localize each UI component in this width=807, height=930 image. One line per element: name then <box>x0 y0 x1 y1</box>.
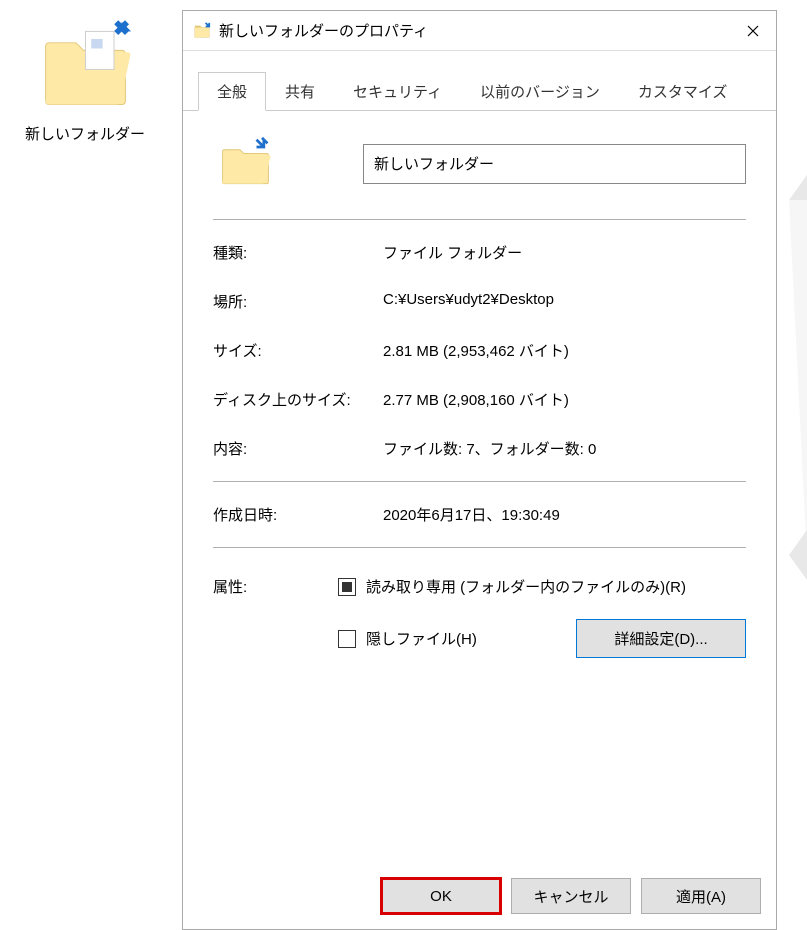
type-label: 種類: <box>213 242 383 263</box>
close-icon <box>747 25 759 37</box>
type-value: ファイル フォルダー <box>383 242 746 263</box>
tab-previous-versions[interactable]: 以前のバージョン <box>461 72 619 111</box>
contents-label: 内容: <box>213 438 383 459</box>
properties-dialog: 新しいフォルダーのプロパティ 全般 共有 セキュリティ 以前のバージョン カスタ… <box>182 10 777 930</box>
readonly-checkbox-row: 読み取り専用 (フォルダー内のファイルのみ)(R) <box>338 576 746 597</box>
attributes-section: 属性: 読み取り専用 (フォルダー内のファイルのみ)(R) 隠しファイル(H) … <box>213 556 746 658</box>
apply-button[interactable]: 適用(A) <box>641 878 761 914</box>
name-row <box>213 126 746 211</box>
close-button[interactable] <box>730 11 776 51</box>
hidden-checkbox[interactable] <box>338 630 356 648</box>
tab-general[interactable]: 全般 <box>198 72 266 111</box>
titlebar[interactable]: 新しいフォルダーのプロパティ <box>183 11 776 51</box>
location-label: 場所: <box>213 291 383 312</box>
folder-icon <box>218 136 273 191</box>
location-value: C:¥Users¥udyt2¥Desktop <box>383 291 746 312</box>
property-type: 種類: ファイル フォルダー <box>213 228 746 277</box>
disk-size-label: ディスク上のサイズ: <box>213 389 383 410</box>
ok-button[interactable]: OK <box>381 878 501 914</box>
size-label: サイズ: <box>213 340 383 361</box>
property-disk-size: ディスク上のサイズ: 2.77 MB (2,908,160 バイト) <box>213 375 746 424</box>
folder-name-input[interactable] <box>363 144 746 184</box>
folder-icon <box>193 22 211 40</box>
property-size: サイズ: 2.81 MB (2,953,462 バイト) <box>213 326 746 375</box>
created-value: 2020年6月17日、19:30:49 <box>383 504 746 525</box>
tab-sharing[interactable]: 共有 <box>266 72 334 111</box>
decorative-edge <box>789 0 807 928</box>
advanced-button[interactable]: 詳細設定(D)... <box>576 619 746 658</box>
attributes-label: 属性: <box>213 576 338 658</box>
disk-size-value: 2.77 MB (2,908,160 バイト) <box>383 389 746 410</box>
contents-value: ファイル数: 7、フォルダー数: 0 <box>383 438 746 459</box>
dialog-buttons: OK キャンセル 適用(A) <box>381 878 761 914</box>
dialog-title: 新しいフォルダーのプロパティ <box>219 20 730 41</box>
desktop-folder-icon[interactable]: 新しいフォルダー <box>25 20 145 144</box>
cancel-button[interactable]: キャンセル <box>511 878 631 914</box>
folder-icon <box>38 20 133 115</box>
readonly-checkbox[interactable] <box>338 578 356 596</box>
divider <box>213 481 746 482</box>
created-label: 作成日時: <box>213 504 383 525</box>
hidden-label: 隠しファイル(H) <box>366 628 477 649</box>
size-value: 2.81 MB (2,953,462 バイト) <box>383 340 746 361</box>
hidden-checkbox-row: 隠しファイル(H) <box>338 628 477 649</box>
divider <box>213 219 746 220</box>
readonly-label: 読み取り専用 (フォルダー内のファイルのみ)(R) <box>366 576 686 597</box>
property-created: 作成日時: 2020年6月17日、19:30:49 <box>213 490 746 539</box>
divider <box>213 547 746 548</box>
tab-content-general: 種類: ファイル フォルダー 場所: C:¥Users¥udyt2¥Deskto… <box>183 111 776 658</box>
property-location: 場所: C:¥Users¥udyt2¥Desktop <box>213 277 746 326</box>
desktop-folder-label: 新しいフォルダー <box>25 123 145 144</box>
tab-security[interactable]: セキュリティ <box>334 72 461 111</box>
property-contents: 内容: ファイル数: 7、フォルダー数: 0 <box>213 424 746 473</box>
tab-customize[interactable]: カスタマイズ <box>619 72 747 111</box>
tab-strip: 全般 共有 セキュリティ 以前のバージョン カスタマイズ <box>183 51 776 111</box>
